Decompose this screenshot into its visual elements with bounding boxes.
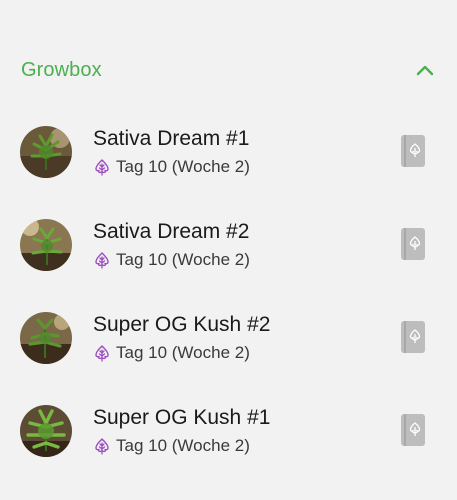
plant-age: Tag 10 (Woche 2) xyxy=(116,157,250,176)
growbox-card: Growbox Sativa Dream #1 Tag 10 (Woche 2)… xyxy=(0,0,457,500)
plant-row[interactable]: Sativa Dream #1 Tag 10 (Woche 2) xyxy=(0,126,457,204)
plant-icon xyxy=(93,251,111,269)
plant-age: Tag 10 (Woche 2) xyxy=(116,436,250,455)
plant-avatar xyxy=(20,126,72,178)
collapse-button[interactable] xyxy=(411,56,439,84)
plant-age: Tag 10 (Woche 2) xyxy=(116,343,250,362)
plant-avatar xyxy=(20,312,72,364)
plant-name: Sativa Dream #1 xyxy=(93,127,250,150)
plant-avatar xyxy=(20,219,72,271)
plant-meta: Tag 10 (Woche 2) xyxy=(93,250,250,270)
section-header[interactable]: Growbox xyxy=(21,52,434,88)
section-title: Growbox xyxy=(21,58,102,81)
plant-row[interactable]: Super OG Kush #1 Tag 10 (Woche 2) xyxy=(0,405,457,483)
plant-avatar xyxy=(20,405,72,457)
plant-meta: Tag 10 (Woche 2) xyxy=(93,157,250,177)
diary-book-icon[interactable] xyxy=(400,227,426,261)
plant-row[interactable]: Sativa Dream #2 Tag 10 (Woche 2) xyxy=(0,219,457,297)
plant-meta: Tag 10 (Woche 2) xyxy=(93,436,250,456)
plant-icon xyxy=(93,437,111,455)
diary-book-icon[interactable] xyxy=(400,413,426,447)
plant-row[interactable]: Super OG Kush #2 Tag 10 (Woche 2) xyxy=(0,312,457,390)
plant-meta: Tag 10 (Woche 2) xyxy=(93,343,250,363)
plant-age: Tag 10 (Woche 2) xyxy=(116,250,250,269)
plant-name: Super OG Kush #1 xyxy=(93,406,271,429)
plant-icon xyxy=(93,158,111,176)
plant-icon xyxy=(93,344,111,362)
plant-name: Sativa Dream #2 xyxy=(93,220,250,243)
plant-name: Super OG Kush #2 xyxy=(93,313,271,336)
diary-book-icon[interactable] xyxy=(400,320,426,354)
diary-book-icon[interactable] xyxy=(400,134,426,168)
chevron-up-icon xyxy=(416,65,434,76)
